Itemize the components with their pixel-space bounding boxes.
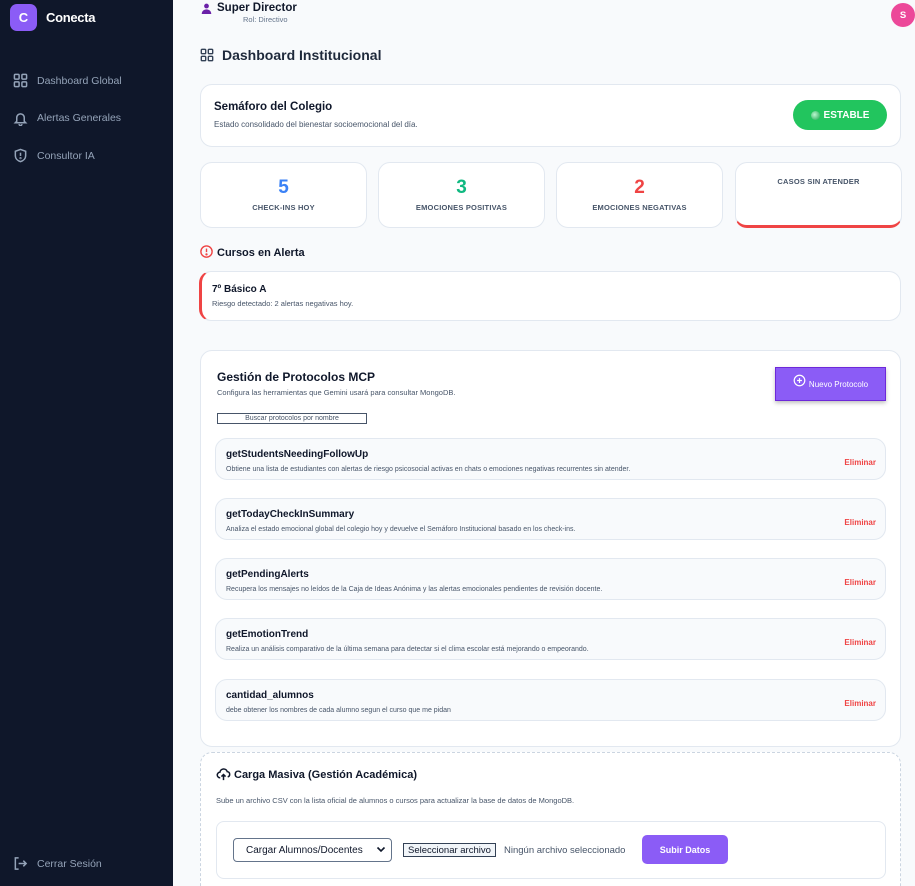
protocol-name: cantidad_alumnos — [226, 690, 314, 701]
delete-button[interactable]: Eliminar — [844, 638, 876, 647]
user-name-row: Super Director — [201, 2, 297, 14]
upload-form: Cargar Alumnos/Docentes Seleccionar arch… — [216, 821, 886, 879]
brand: C Conecta — [10, 4, 96, 31]
new-protocol-button[interactable]: Nuevo Protocolo — [775, 367, 886, 401]
user-info: Super Director Rol: Directivo — [201, 2, 297, 24]
stat-label: EMOCIONES POSITIVAS — [415, 203, 508, 212]
status-label: ESTABLE — [823, 109, 870, 121]
file-select-button[interactable]: Seleccionar archivo — [403, 843, 496, 857]
sidebar-nav: Dashboard Global Alertas Generales Consu… — [13, 62, 122, 175]
user-icon — [201, 3, 212, 14]
protocol-item: getTodayCheckInSummary Analiza el estado… — [215, 498, 886, 540]
protocol-description: Realiza un análisis comparativo de la úl… — [226, 646, 589, 653]
stat-card-positivas: 3 EMOCIONES POSITIVAS — [378, 162, 545, 228]
page-title-text: Dashboard Institucional — [222, 47, 382, 63]
alert-circle-icon — [200, 245, 213, 258]
stat-card-checkins: 5 CHECK-INS HOY — [200, 162, 367, 228]
search-input[interactable] — [217, 413, 367, 424]
page-title: Dashboard Institucional — [200, 47, 381, 63]
stat-value: 3 — [456, 177, 467, 198]
protocol-item: getEmotionTrend Realiza un análisis comp… — [215, 618, 886, 660]
curso-description: Riesgo detectado: 2 alertas negativas ho… — [212, 299, 354, 308]
protocol-name: getTodayCheckInSummary — [226, 509, 355, 520]
brand-logo: C — [10, 4, 37, 31]
new-protocol-label: Nuevo Protocolo — [808, 379, 869, 389]
cursos-alerta-header: Cursos en Alerta — [199, 245, 305, 260]
stat-label: CASOS SIN ATENDER — [777, 177, 860, 186]
sidebar-item-label: Alertas Generales — [37, 112, 122, 125]
sidebar-item-consultor[interactable]: Consultor IA — [13, 137, 122, 175]
mcp-section: Gestión de Protocolos MCP Configura las … — [200, 350, 901, 747]
upload-button[interactable]: Subir Datos — [642, 835, 728, 864]
carga-title: Carga Masiva (Gestión Académica) — [234, 768, 417, 781]
plus-circle-icon — [793, 374, 806, 386]
protocol-description: debe obtener los nombres de cada alumno … — [226, 707, 451, 714]
logout-label: Cerrar Sesión — [37, 857, 102, 870]
delete-button[interactable]: Eliminar — [844, 458, 876, 467]
select-value: Cargar Alumnos/Docentes — [246, 844, 363, 856]
delete-button[interactable]: Eliminar — [844, 518, 876, 527]
chevron-down-icon — [376, 846, 386, 853]
semaforo-description: Estado consolidado del bienestar socioem… — [214, 120, 418, 129]
curso-name: 7º Básico A — [212, 284, 267, 295]
carga-description: Sube un archivo CSV con la lista oficial… — [216, 796, 575, 805]
carga-masiva-section: Carga Masiva (Gestión Académica) Sube un… — [200, 752, 901, 886]
logout-icon — [14, 857, 28, 870]
sidebar-item-label: Dashboard Global — [37, 74, 122, 87]
status-badge: ESTABLE — [793, 100, 887, 130]
protocol-item: getStudentsNeedingFollowUp Obtiene una l… — [215, 438, 886, 480]
sidebar-item-alertas[interactable]: Alertas Generales — [13, 100, 122, 138]
avatar[interactable]: S — [891, 3, 915, 27]
semaforo-title: Semáforo del Colegio — [214, 101, 333, 113]
bell-icon — [13, 112, 28, 126]
protocol-item: cantidad_alumnos debe obtener los nombre… — [215, 679, 886, 721]
stat-card-negativas: 2 EMOCIONES NEGATIVAS — [556, 162, 723, 228]
protocol-name: getStudentsNeedingFollowUp — [226, 449, 369, 460]
stat-value: 2 — [634, 177, 645, 198]
curso-alert-card[interactable]: 7º Básico A Riesgo detectado: 2 alertas … — [199, 271, 901, 321]
protocol-description: Analiza el estado emocional global del c… — [226, 526, 576, 533]
stat-label: CHECK-INS HOY — [252, 203, 315, 212]
stat-card-sin-atender: CASOS SIN ATENDER — [735, 162, 902, 228]
sidebar-item-label: Consultor IA — [37, 149, 95, 162]
status-dot-icon — [810, 110, 820, 120]
user-name: Super Director — [217, 2, 297, 14]
sidebar-item-dashboard[interactable]: Dashboard Global — [13, 62, 122, 100]
mcp-description: Configura las herramientas que Gemini us… — [217, 388, 456, 397]
shield-icon — [14, 148, 27, 163]
carga-title-row: Carga Masiva (Gestión Académica) — [216, 767, 417, 782]
protocol-name: getPendingAlerts — [226, 569, 309, 580]
cloud-upload-icon — [216, 768, 231, 781]
delete-button[interactable]: Eliminar — [844, 578, 876, 587]
protocol-name: getEmotionTrend — [226, 629, 309, 640]
stat-label: EMOCIONES NEGATIVAS — [592, 203, 687, 212]
sidebar: C Conecta Dashboard Global Alertas Gener… — [0, 0, 173, 886]
stat-value: 5 — [278, 177, 289, 198]
user-role: Rol: Directivo — [243, 15, 288, 24]
semaforo-card: Semáforo del Colegio Estado consolidado … — [200, 84, 901, 147]
protocol-description: Obtiene una lista de estudiantes con ale… — [226, 466, 631, 473]
protocol-item: getPendingAlerts Recupera los mensajes n… — [215, 558, 886, 600]
upload-type-select[interactable]: Cargar Alumnos/Docentes — [233, 838, 392, 862]
brand-name: Conecta — [46, 10, 96, 25]
cursos-alerta-title: Cursos en Alerta — [217, 246, 305, 259]
mcp-title: Gestión de Protocolos MCP — [217, 370, 376, 384]
logout-button[interactable]: Cerrar Sesión — [13, 856, 102, 871]
protocol-description: Recupera los mensajes no leídos de la Ca… — [226, 586, 603, 593]
file-status: Ningún archivo seleccionado — [504, 845, 626, 856]
grid-icon — [200, 48, 214, 62]
delete-button[interactable]: Eliminar — [844, 699, 876, 708]
grid-icon — [13, 73, 28, 88]
